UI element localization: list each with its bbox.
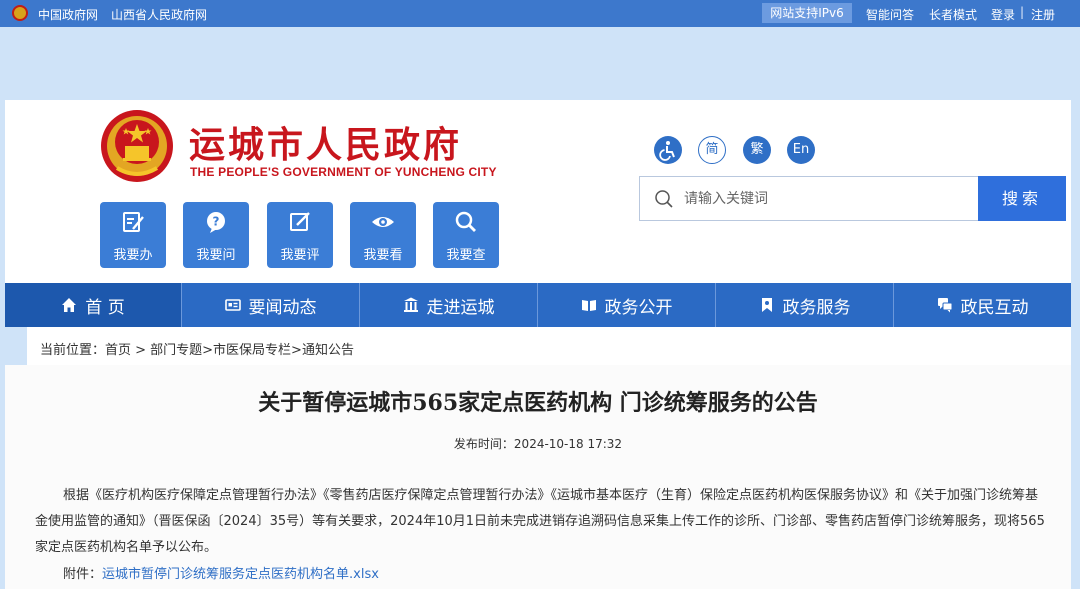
quick-link-query[interactable]: 我要查: [433, 202, 499, 268]
elder-mode-link[interactable]: 长者模式: [929, 6, 977, 23]
national-emblem-icon: [12, 5, 28, 21]
article-title: 关于暂停运城市565家定点医药机构 门诊统筹服务的公告: [258, 390, 818, 416]
login-link[interactable]: 登录: [991, 6, 1015, 23]
attachment: 附件：运城市暂停门诊统筹服务定点医药机构名单.xlsx: [63, 563, 379, 582]
divider: |: [1020, 5, 1025, 19]
question-bubble-icon: ?: [207, 212, 225, 233]
english-button[interactable]: En: [787, 136, 815, 164]
open-book-icon: [581, 300, 596, 311]
site-header: 运城市人民政府 THE PEOPLE'S GOVERNMENT OF YUNCH…: [5, 100, 1071, 283]
quick-link-evaluate[interactable]: 我要评: [267, 202, 333, 268]
nav-news[interactable]: 要闻动态: [182, 283, 359, 327]
edit-form-icon: [123, 212, 144, 232]
search-box: [639, 176, 983, 221]
nav-label: 要闻动态: [248, 297, 317, 318]
nav-about-city[interactable]: 走进运城: [360, 283, 537, 327]
register-link[interactable]: 注册: [1031, 6, 1055, 23]
nav-gov-affairs[interactable]: 政务公开: [538, 283, 715, 327]
nav-label: 首 页: [85, 297, 125, 318]
breadcrumb[interactable]: 当前位置：首页 > 部门专题>市医保局专栏>通知公告: [40, 339, 354, 358]
quick-link-label: 我要看: [363, 248, 403, 263]
nav-label: 政民互动: [960, 297, 1029, 318]
attachment-label: 附件：: [63, 567, 103, 582]
quick-link-label: 我要问: [196, 248, 236, 263]
link-gov-cn[interactable]: 中国政府网: [38, 6, 98, 23]
site-title: 运城市人民政府: [189, 124, 463, 166]
quick-link-ask[interactable]: ? 我要问: [183, 202, 249, 268]
breadcrumb-bar: 当前位置：首页 > 部门专题>市医保局专栏>通知公告: [27, 327, 1071, 365]
nav-label: 政务服务: [782, 297, 851, 318]
nav-interaction[interactable]: 政民互动: [894, 283, 1071, 327]
attachment-link[interactable]: 运城市暂停门诊统筹服务定点医药机构名单.xlsx: [102, 567, 379, 582]
bookmark-icon: [761, 298, 772, 312]
main-nav: 首 页 要闻动态 走进运城 政务公开 政务服务 政民互动: [5, 283, 1071, 327]
national-emblem-logo[interactable]: [99, 108, 175, 184]
quick-link-label: 我要查: [446, 248, 486, 263]
nav-label: 政务公开: [604, 297, 673, 318]
search-button[interactable]: 搜索: [978, 176, 1066, 221]
search-icon: [655, 190, 673, 208]
publish-time: 发布时间：2024-10-18 17:32: [453, 437, 623, 451]
home-icon: [62, 298, 77, 312]
quick-link-view[interactable]: 我要看: [350, 202, 416, 268]
traditional-chinese-button[interactable]: 繁: [743, 136, 771, 164]
quick-link-label: 我要评: [280, 248, 320, 263]
svg-text:?: ?: [213, 215, 220, 229]
top-bar: 中国政府网 山西省人民政府网 网站支持IPv6 智能问答 长者模式 登录 | 注…: [0, 0, 1080, 27]
simplified-chinese-button[interactable]: 简: [698, 136, 726, 164]
pen-square-icon: [290, 212, 310, 231]
nav-label: 走进运城: [426, 297, 495, 318]
nav-home[interactable]: 首 页: [5, 283, 181, 327]
article: 关于暂停运城市565家定点医药机构 门诊统筹服务的公告 发布时间：2024-10…: [5, 365, 1071, 589]
chat-bubbles-icon: [937, 298, 952, 313]
news-card-icon: [224, 299, 241, 311]
eye-icon: [372, 217, 394, 227]
quick-link-handle[interactable]: 我要办: [100, 202, 166, 268]
magnifier-icon: [455, 211, 476, 232]
site-subtitle: THE PEOPLE'S GOVERNMENT OF YUNCHENG CITY: [190, 165, 497, 179]
search-input[interactable]: [684, 185, 974, 213]
ipv6-badge: 网站支持IPv6: [762, 3, 852, 23]
accessibility-button[interactable]: [654, 136, 682, 164]
nav-gov-services[interactable]: 政务服务: [716, 283, 893, 327]
building-icon: [403, 297, 418, 312]
link-shanxi-gov[interactable]: 山西省人民政府网: [111, 6, 207, 23]
quick-link-label: 我要办: [113, 248, 153, 263]
smart-qa-link[interactable]: 智能问答: [866, 6, 914, 23]
article-body: 根据《医疗机构医疗保障定点管理暂行办法》《零售药店医疗保障定点管理暂行办法》《运…: [35, 488, 1045, 555]
wheelchair-icon: [659, 141, 675, 161]
